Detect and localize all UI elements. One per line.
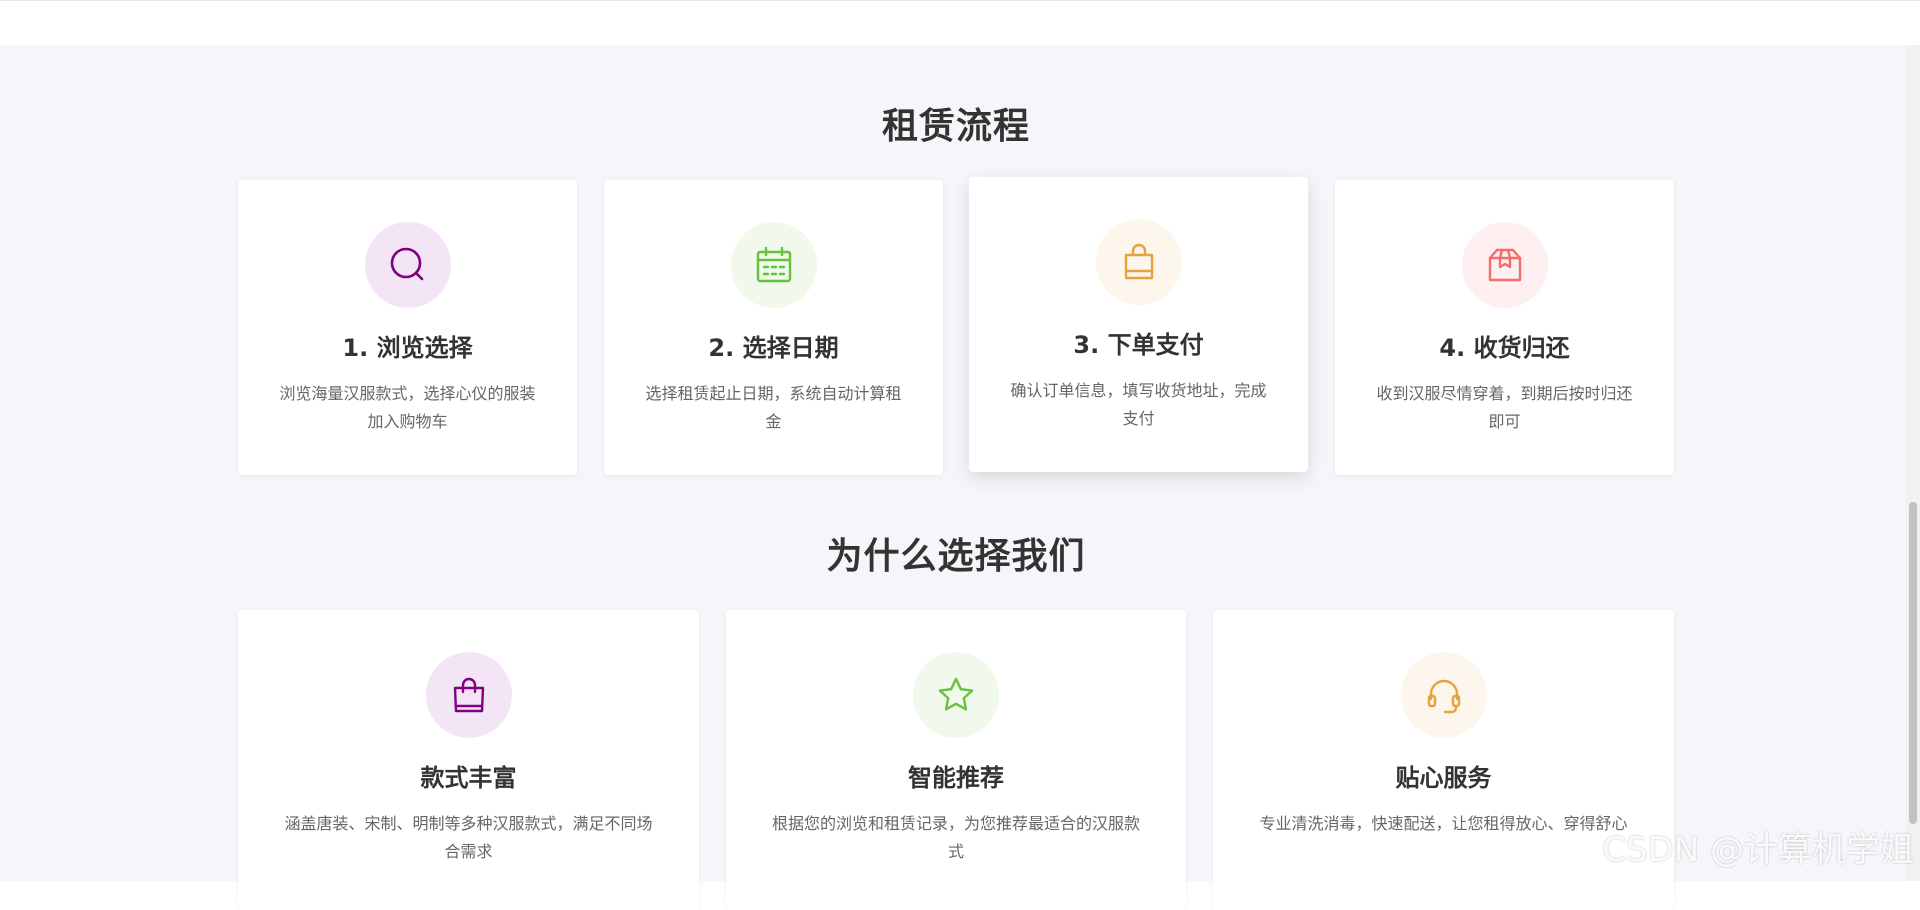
why-section-title: 为什么选择我们 (826, 536, 1086, 577)
step-description: 浏览海量汉服款式，选择心仪的服装加入购物车 (279, 384, 536, 431)
step-description: 选择租赁起止日期，系统自动计算租金 (645, 384, 902, 431)
process-step-card[interactable]: 2. 选择日期 选择租赁起止日期，系统自动计算租金 (604, 180, 943, 475)
box-icon (1461, 222, 1548, 308)
feature-title: 款式丰富 (420, 764, 517, 792)
feature-title: 贴心服务 (1395, 764, 1492, 792)
step-description: 确认订单信息，填写收货地址，完成支付 (1010, 381, 1267, 428)
scrollbar-thumb[interactable] (1909, 502, 1917, 824)
watermark-text: CSDN @计算机学姐 (1602, 830, 1914, 870)
headset-icon (1400, 652, 1487, 738)
step-title: 2. 选择日期 (708, 334, 839, 362)
search-icon (364, 222, 451, 308)
step-title: 3. 下单支付 (1073, 331, 1204, 359)
step-description: 收到汉服尽情穿着，到期后按时归还即可 (1376, 384, 1633, 431)
process-step-card[interactable]: 1. 浏览选择 浏览海量汉服款式，选择心仪的服装加入购物车 (238, 180, 577, 475)
content-section: 租赁流程 1. 浏览选择 浏览海量汉服款式，选择心仪的服装加入购物车 2. 选择… (0, 45, 1920, 910)
step-title: 4. 收货归还 (1439, 334, 1570, 362)
feature-card[interactable]: 智能推荐 根据您的浏览和租赁记录，为您推荐最适合的汉服款式 (726, 610, 1186, 910)
calendar-icon (730, 222, 817, 308)
feature-description: 专业清洗消毒，快速配送，让您租得放心、穿得舒心 (1259, 814, 1628, 833)
process-step-card[interactable]: 4. 收货归还 收到汉服尽情穿着，到期后按时归还即可 (1335, 180, 1674, 475)
step-title: 1. 浏览选择 (342, 334, 473, 362)
feature-card[interactable]: 款式丰富 涵盖唐装、宋制、明制等多种汉服款式，满足不同场合需求 (238, 610, 699, 910)
feature-title: 智能推荐 (908, 764, 1004, 792)
feature-description: 涵盖唐装、宋制、明制等多种汉服款式，满足不同场合需求 (284, 814, 653, 861)
process-step-card[interactable]: 3. 下单支付 确认订单信息，填写收货地址，完成支付 (969, 177, 1308, 472)
feature-description: 根据您的浏览和租赁记录，为您推荐最适合的汉服款式 (771, 814, 1140, 861)
handbag-icon (425, 652, 512, 738)
top-bar (0, 0, 1920, 46)
shopping-bag-icon (1095, 219, 1182, 305)
star-icon (913, 652, 999, 738)
process-section-title: 租赁流程 (881, 106, 1030, 147)
